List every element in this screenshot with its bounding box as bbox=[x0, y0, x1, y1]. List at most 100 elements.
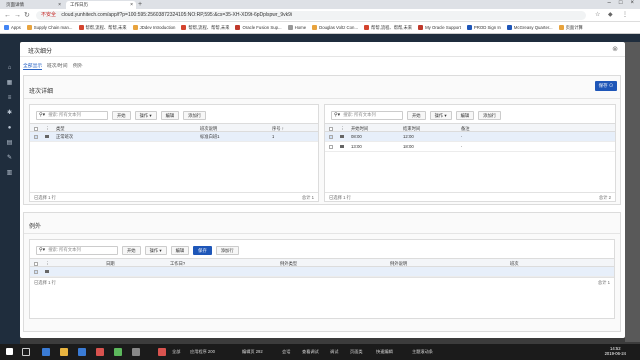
select-all-checkbox[interactable] bbox=[34, 127, 38, 131]
save-button[interactable]: 保存 ⊙ bbox=[595, 81, 617, 91]
back-icon[interactable]: ← bbox=[4, 11, 11, 20]
row-checkbox[interactable] bbox=[329, 135, 333, 139]
home-icon[interactable]: ⌂ bbox=[5, 64, 14, 73]
bookmark-item[interactable]: PROD Sign In bbox=[466, 25, 501, 30]
settings-icon[interactable]: ✱ bbox=[5, 109, 14, 118]
row-checkbox[interactable] bbox=[34, 270, 38, 274]
bookmark-item[interactable]: 帮帮,流程、帮帮,未来 bbox=[364, 25, 412, 31]
cell-start[interactable]: 13:00 bbox=[351, 142, 362, 151]
folder-icon[interactable] bbox=[60, 348, 68, 356]
bookmark-item[interactable]: Douglas Voltz Con... bbox=[312, 25, 358, 30]
new-tab-icon[interactable]: + bbox=[138, 1, 142, 8]
devbar-application[interactable]: 应用程序 200 bbox=[190, 348, 215, 356]
calendar-icon[interactable]: ▦ bbox=[5, 79, 14, 88]
cell-desc[interactable]: 标准白班1 bbox=[200, 132, 220, 141]
forward-icon[interactable]: → bbox=[14, 11, 21, 20]
edit-button[interactable]: 编辑 bbox=[160, 110, 180, 120]
minimize-icon[interactable]: – bbox=[608, 0, 611, 9]
close-icon[interactable]: ⊗ bbox=[612, 45, 618, 53]
bookmark-item[interactable]: 帮帮,流程、帮帮,未来 bbox=[78, 25, 127, 31]
go-button[interactable]: 开始 bbox=[407, 110, 426, 120]
warning-icon[interactable] bbox=[158, 348, 166, 356]
start-icon[interactable] bbox=[6, 348, 13, 355]
task-view-icon[interactable] bbox=[22, 348, 30, 356]
app-icon[interactable] bbox=[96, 348, 104, 356]
actions-menu-button[interactable]: 操作 ▾ bbox=[144, 245, 167, 255]
edit-button[interactable]: 编辑 bbox=[170, 245, 190, 255]
devbar-quick-edit[interactable]: 快速编辑 bbox=[376, 348, 393, 356]
bookmark-item[interactable]: Apps bbox=[4, 25, 21, 30]
bookmark-item[interactable]: Home bbox=[287, 25, 306, 30]
row-menu-icon[interactable] bbox=[45, 270, 49, 273]
bookmark-item[interactable]: 页面计算 bbox=[558, 25, 583, 31]
add-row-button[interactable]: 添加行 bbox=[183, 110, 207, 120]
table-row[interactable] bbox=[30, 267, 614, 277]
browser-tab[interactable]: 页面详情 × bbox=[2, 1, 64, 9]
tools-icon[interactable]: ✎ bbox=[5, 154, 14, 163]
maximize-icon[interactable]: □ bbox=[619, 0, 623, 9]
devbar-edit-page[interactable]: 编辑页 292 bbox=[242, 348, 263, 356]
bookmark-item[interactable]: Oracle Fusion Sup... bbox=[235, 25, 282, 30]
row-menu-icon[interactable] bbox=[340, 135, 344, 138]
select-all-checkbox[interactable] bbox=[34, 262, 38, 266]
tab-show-all[interactable]: 全部显示 bbox=[23, 62, 42, 69]
tab-exceptions[interactable]: 例外 bbox=[73, 62, 83, 69]
chart-icon[interactable]: ▥ bbox=[5, 169, 14, 178]
bookmark-item[interactable]: Supply Chain man... bbox=[26, 25, 73, 30]
row-menu-icon[interactable] bbox=[340, 145, 344, 148]
devbar-session[interactable]: 会话 bbox=[282, 348, 290, 356]
search-input[interactable]: ⚲ ▾ 搜索: 所有文本列 bbox=[36, 245, 118, 255]
cell-start[interactable]: 08:00 bbox=[351, 132, 362, 141]
bookmark-item[interactable]: My Oracle Support bbox=[418, 25, 461, 30]
table-row[interactable]: 08:00 12:00 - bbox=[325, 132, 615, 142]
table-row[interactable]: 正常班次 标准白班1 1 bbox=[30, 132, 318, 142]
search-dropdown-icon[interactable]: ▾ bbox=[43, 112, 46, 118]
extension-icon[interactable]: ◆ bbox=[608, 11, 613, 20]
close-icon[interactable]: × bbox=[130, 2, 133, 8]
search-dropdown-icon[interactable]: ▾ bbox=[338, 112, 341, 118]
devbar-theme-roller[interactable]: 主题滚动条 bbox=[412, 348, 433, 356]
add-row-button[interactable]: 添加行 bbox=[478, 110, 502, 120]
cell-end[interactable]: 18:00 bbox=[403, 142, 414, 151]
devbar-view-debug[interactable]: 查看调试 bbox=[302, 348, 319, 356]
edit-button[interactable]: 编辑 bbox=[455, 110, 475, 120]
app-icon[interactable] bbox=[132, 348, 140, 356]
browser-tab-active[interactable]: 工作日历 × bbox=[66, 1, 136, 9]
bookmark-item[interactable]: McGreasy Quarter... bbox=[506, 25, 553, 30]
save-button[interactable]: 保存 bbox=[193, 245, 212, 255]
bookmark-item[interactable]: 帮帮,流程、帮帮,未来 bbox=[181, 25, 229, 31]
go-button[interactable]: 开始 bbox=[122, 245, 141, 255]
tab-shift-time[interactable]: 班次/时间 bbox=[47, 62, 68, 69]
menu-icon[interactable]: ⋮ bbox=[622, 11, 628, 20]
star-icon[interactable]: ☆ bbox=[595, 11, 600, 20]
outlook-icon[interactable] bbox=[78, 348, 86, 356]
devbar-debug[interactable]: 调试 bbox=[330, 348, 338, 356]
devbar-all[interactable]: 全部 bbox=[172, 348, 180, 356]
reload-icon[interactable]: ↻ bbox=[24, 11, 30, 20]
go-button[interactable]: 开始 bbox=[112, 110, 131, 120]
report-icon[interactable]: ▤ bbox=[5, 139, 14, 148]
cell-seq[interactable]: 1 bbox=[272, 132, 274, 141]
cell-end[interactable]: 12:00 bbox=[403, 132, 414, 141]
ie-icon[interactable] bbox=[42, 348, 50, 356]
row-checkbox[interactable] bbox=[34, 135, 38, 139]
close-icon[interactable]: × bbox=[58, 2, 61, 8]
devbar-page-class[interactable]: 页面类 bbox=[350, 348, 363, 356]
search-input[interactable]: ⚲ ▾ 搜索: 所有文本列 bbox=[36, 110, 108, 120]
url-input[interactable]: 不安全 cloud.yunhitech.com/app/f?p=100:595:… bbox=[36, 11, 586, 20]
select-all-checkbox[interactable] bbox=[329, 127, 333, 131]
close-window-icon[interactable]: × bbox=[630, 0, 634, 9]
actions-menu-button[interactable]: 操作 ▾ bbox=[134, 110, 157, 120]
bookmark-item[interactable]: JDdev Introduction bbox=[132, 25, 175, 30]
search-dropdown-icon[interactable]: ▾ bbox=[43, 247, 46, 253]
cell-note[interactable]: - bbox=[461, 142, 462, 151]
search-input[interactable]: ⚲ ▾ 搜索: 所有文本列 bbox=[331, 110, 403, 120]
actions-menu-button[interactable]: 操作 ▾ bbox=[429, 110, 452, 120]
add-row-button[interactable]: 添加行 bbox=[215, 245, 239, 255]
row-checkbox[interactable] bbox=[329, 145, 333, 149]
list-icon[interactable]: ≡ bbox=[5, 94, 14, 103]
system-clock[interactable]: 14:52 2019-06-24 bbox=[605, 346, 626, 356]
row-menu-icon[interactable] bbox=[45, 135, 49, 138]
cell-note[interactable]: - bbox=[461, 132, 462, 141]
user-icon[interactable]: ● bbox=[5, 124, 14, 133]
